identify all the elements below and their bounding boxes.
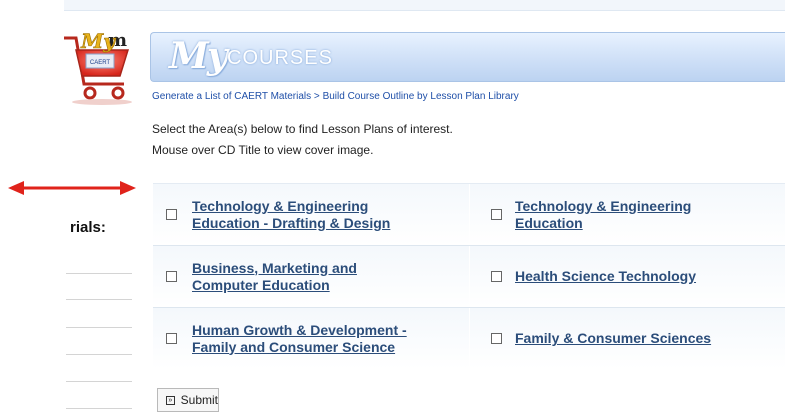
area-checkbox[interactable] [491,333,502,344]
area-link[interactable]: Health Science Technology [515,268,696,285]
area-checkbox[interactable] [166,333,177,344]
side-divider [66,354,132,355]
area-link[interactable]: Human Growth & Development - Family and … [192,322,407,356]
area-selection-table: Technology & Engineering Education - Dra… [153,183,785,369]
area-checkbox[interactable] [491,271,502,282]
area-link[interactable]: Technology & Engineering Education [515,198,691,232]
submit-button[interactable]: » Submit [157,388,219,412]
instruction-line-1: Select the Area(s) below to find Lesson … [152,122,453,136]
shopping-cart-icon: CAERT My [64,30,132,105]
submit-label: Submit [180,393,218,407]
materials-label-fragment: rials: [70,219,106,236]
table-row: Human Growth & Development - Family and … [153,307,785,369]
table-row: Technology & Engineering Education - Dra… [153,183,785,245]
instruction-line-2: Mouse over CD Title to view cover image. [152,143,374,157]
logo-text: CAERT [90,60,111,66]
area-option: Business, Marketing and Computer Educati… [153,246,470,307]
area-checkbox[interactable] [166,209,177,220]
logo-my: My [80,30,116,53]
area-link[interactable]: Business, Marketing and Computer Educati… [192,260,357,294]
side-divider [66,408,132,409]
my-courses-banner: My COURSES [150,32,785,82]
side-divider [66,327,132,328]
double-arrow-icon [8,181,136,195]
banner-courses: COURSES [227,47,333,69]
banner-my: My [169,35,228,77]
breadcrumb-separator: > [311,91,323,102]
top-strip [64,0,785,11]
submit-icon: » [166,395,175,405]
side-divider [66,273,132,274]
breadcrumb: Generate a List of CAERT Materials > Bui… [152,91,519,102]
area-checkbox[interactable] [166,271,177,282]
area-option: Family & Consumer Sciences [475,308,785,369]
area-link[interactable]: Technology & Engineering Education - Dra… [192,198,390,232]
area-option: Technology & Engineering Education - Dra… [153,184,470,245]
breadcrumb-step-build-outline[interactable]: Build Course Outline by Lesson Plan Libr… [323,91,519,102]
area-option: Human Growth & Development - Family and … [153,308,470,369]
side-divider [66,381,132,382]
breadcrumb-step-generate-list[interactable]: Generate a List of CAERT Materials [152,91,311,102]
area-checkbox[interactable] [491,209,502,220]
area-option: Technology & Engineering Education [475,184,785,245]
side-divider [66,299,132,300]
table-row: Business, Marketing and Computer Educati… [153,245,785,307]
area-option: Health Science Technology [475,246,785,307]
area-link[interactable]: Family & Consumer Sciences [515,330,711,347]
